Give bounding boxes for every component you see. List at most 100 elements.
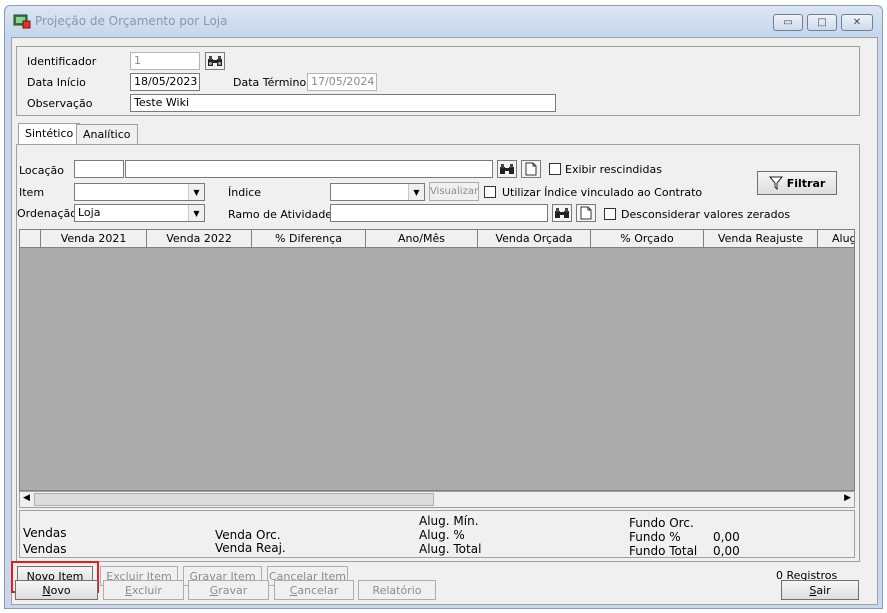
search-locacao-button[interactable] (497, 160, 517, 178)
excluir-rest: xcluir (131, 583, 162, 597)
column-header-pct-orcado[interactable]: % Orçado (591, 230, 704, 248)
maximize-icon: □ (817, 17, 827, 28)
locacao-name-field[interactable] (125, 160, 493, 178)
data-termino-label: Data Término (233, 76, 307, 89)
window-title: Projeção de Orçamento por Loja (35, 14, 228, 28)
filtrar-label: Filtrar (786, 176, 826, 190)
locacao-label: Locação (19, 164, 64, 177)
header-panel: Identificador 1 Data Início 18/05/2023 D… (16, 46, 860, 116)
ordenacao-select[interactable]: Loja ▼ (74, 204, 205, 222)
exibir-rescindidas-checkbox[interactable] (549, 163, 561, 175)
filtrar-button[interactable]: Filtrar (757, 171, 837, 195)
minimize-button[interactable]: ▭ (773, 14, 803, 31)
gravar-rest: ravar (218, 583, 248, 597)
exibir-rescindidas-label: Exibir rescindidas (565, 163, 662, 176)
cancelar-accel: C (289, 583, 298, 597)
summary-panel: Vendas Vendas Venda Orc. Venda Reaj. Alu… (19, 510, 855, 558)
column-header-venda-2022[interactable]: Venda 2022 (147, 230, 252, 248)
tab-sintetico[interactable]: Sintético (18, 123, 81, 144)
vendas-label-1: Vendas (23, 526, 67, 540)
observacao-label: Observação (27, 97, 93, 110)
column-header-venda-2021[interactable]: Venda 2021 (41, 230, 147, 248)
tab-analitico[interactable]: Analítico (76, 124, 138, 144)
vendas-label-2: Vendas (23, 542, 67, 556)
identificador-label: Identificador (27, 55, 97, 68)
indice-label: Índice (228, 186, 262, 199)
scroll-left-icon[interactable]: ◀ (23, 493, 30, 503)
maximize-button[interactable]: □ (807, 14, 837, 31)
data-termino-field[interactable]: 17/05/2024 (307, 73, 377, 91)
indice-select[interactable]: ▼ (330, 183, 425, 201)
sair-accel: S (809, 583, 817, 597)
app-window: Projeção de Orçamento por Loja ▭ □ ✕ Ide… (4, 5, 883, 609)
relatorio-button[interactable]: Relatório (358, 580, 436, 600)
locacao-code-field[interactable] (74, 160, 124, 178)
visualizar-button[interactable]: Visualizar (429, 182, 479, 201)
alug-pct-label: Alug. % (419, 528, 465, 542)
column-header-venda-orcada[interactable]: Venda Orçada (478, 230, 591, 248)
clear-locacao-button[interactable] (521, 160, 541, 178)
chevron-down-icon: ▼ (188, 184, 204, 200)
ramo-field[interactable] (330, 204, 548, 222)
novo-accel: N (42, 583, 51, 597)
item-select[interactable]: ▼ (74, 183, 205, 201)
app-icon (13, 14, 31, 29)
fundo-pct-label: Fundo % (629, 530, 681, 544)
ramo-label: Ramo de Atividade (228, 208, 333, 221)
binoculars-icon (555, 208, 569, 218)
title-bar: Projeção de Orçamento por Loja ▭ □ ✕ (5, 6, 882, 36)
column-header-venda-reajuste[interactable]: Venda Reajuste (704, 230, 818, 248)
desconsiderar-checkbox[interactable] (604, 208, 616, 220)
search-ramo-button[interactable] (552, 204, 572, 222)
venda-orc-label: Venda Orc. (215, 528, 281, 542)
funnel-icon (768, 176, 783, 190)
gravar-button[interactable]: Gravar (188, 580, 269, 600)
excluir-accel: E (125, 583, 132, 597)
novo-rest: ovo (50, 583, 71, 597)
item-label: Item (19, 186, 45, 199)
observacao-field[interactable]: Teste Wiki (130, 94, 556, 112)
ordenacao-select-value: Loja (78, 206, 101, 219)
minimize-icon: ▭ (783, 17, 793, 28)
data-grid[interactable]: Venda 2021 Venda 2022 % Diferença Ano/Mê… (19, 229, 855, 491)
scroll-right-icon[interactable]: ▶ (844, 493, 851, 503)
search-identificador-button[interactable] (205, 52, 225, 70)
cancelar-rest: ancelar (297, 583, 339, 597)
binoculars-icon (500, 164, 514, 174)
close-button[interactable]: ✕ (841, 14, 873, 31)
utilizar-indice-checkbox[interactable] (484, 186, 496, 198)
client-area: Identificador 1 Data Início 18/05/2023 D… (11, 37, 878, 605)
ordenacao-label: Ordenação (17, 207, 77, 220)
fundo-orc-label: Fundo Orc. (629, 516, 694, 530)
column-header-ano-mes[interactable]: Ano/Mês (366, 230, 478, 248)
chevron-down-icon: ▼ (408, 184, 424, 200)
gravar-accel: G (209, 583, 219, 597)
novo-button[interactable]: Novo (15, 580, 98, 600)
close-icon: ✕ (852, 17, 862, 28)
data-inicio-field[interactable]: 18/05/2023 (130, 73, 200, 91)
sair-button[interactable]: Sair (781, 580, 859, 600)
sair-rest: air (816, 583, 831, 597)
utilizar-indice-label: Utilizar Índice vinculado ao Contrato (502, 186, 703, 199)
binoculars-icon (208, 56, 222, 66)
blank-page-icon (525, 162, 537, 176)
column-header-alug[interactable]: Alug (818, 230, 854, 248)
identificador-field[interactable]: 1 (130, 52, 200, 70)
clear-ramo-button[interactable] (576, 204, 596, 222)
blank-page-icon (580, 206, 592, 220)
tab-content-sintetico: Locação Exibir rescindidas Filtrar Item … (11, 144, 860, 593)
column-header-pct-diferenca[interactable]: % Diferença (252, 230, 366, 248)
desconsiderar-label: Desconsiderar valores zerados (621, 208, 791, 221)
fundo-total-value: 0,00 (713, 544, 740, 558)
venda-reaj-label: Venda Reaj. (215, 541, 286, 555)
scrollbar-thumb[interactable] (34, 493, 434, 506)
fundo-pct-value: 0,00 (713, 530, 740, 544)
alug-total-label: Alug. Total (419, 542, 482, 556)
grid-header-indicator (20, 230, 41, 248)
fundo-total-label: Fundo Total (629, 544, 698, 558)
grid-header: Venda 2021 Venda 2022 % Diferença Ano/Mê… (20, 230, 854, 248)
excluir-button[interactable]: Excluir (103, 580, 184, 600)
cancelar-button[interactable]: Cancelar (274, 580, 354, 600)
grid-horizontal-scrollbar[interactable]: ◀ ▶ (19, 491, 855, 508)
chevron-down-icon: ▼ (188, 205, 204, 221)
